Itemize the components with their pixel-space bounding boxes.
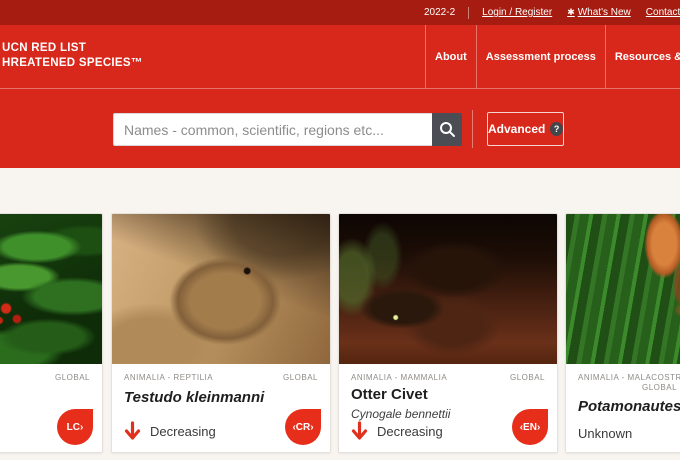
- decreasing-arrow-icon: [124, 421, 141, 441]
- scope-label: GLOBAL: [509, 373, 545, 382]
- nav-item-assessment-process[interactable]: Assessment process: [475, 25, 605, 88]
- nav-item-about[interactable]: About: [425, 25, 476, 88]
- species-title: Testudo kleinmanni: [124, 389, 265, 406]
- category-badge-lc[interactable]: LC›: [57, 409, 93, 445]
- card-info: ANIMALIA - MALACOSTRACA GLOBAL Potamonau…: [566, 364, 680, 452]
- nav-item-resources-publications[interactable]: Resources & Publications: [604, 25, 680, 88]
- advanced-label: Advanced: [488, 122, 546, 136]
- whats-new-link[interactable]: ✱ What's New: [567, 7, 631, 18]
- top-utility-links: 2022-2 Login / Register ✱ What's New Con…: [424, 0, 680, 25]
- species-card[interactable]: ANIMALIA - MAMMALIA GLOBAL Otter Civet C…: [338, 213, 558, 453]
- site-header: UCN RED LIST HREATENED SPECIES™ About As…: [0, 25, 680, 88]
- population-trend: Unknown: [578, 426, 632, 441]
- contact-link[interactable]: Contact: [646, 7, 680, 18]
- search-icon: [439, 121, 456, 138]
- search-button[interactable]: [432, 113, 462, 146]
- search-band: Advanced ?: [0, 88, 680, 168]
- search-divider: [472, 110, 473, 148]
- scope-label: GLOBAL: [642, 383, 678, 392]
- decreasing-arrow-icon: [351, 421, 368, 441]
- topbar-divider: [468, 6, 470, 19]
- redlist-version[interactable]: 2022-2: [424, 7, 455, 18]
- main-nav: About Assessment process Resources & Pub…: [425, 25, 680, 88]
- card-info: ANIMALIA - REPTILIA GLOBAL Testudo klein…: [112, 364, 330, 452]
- login-register-link[interactable]: Login / Register: [482, 7, 552, 18]
- species-title: Otter Civet: [351, 386, 428, 403]
- population-trend: Decreasing: [124, 421, 216, 441]
- taxonomy-label: ANIMALIA - MALACOSTRACA: [578, 373, 680, 382]
- species-photo-crab: [566, 214, 680, 364]
- taxonomy-label: ANIMALIA - MAMMALIA: [351, 373, 448, 382]
- trend-label: Unknown: [578, 426, 633, 441]
- category-badge-en[interactable]: ‹EN›: [512, 409, 548, 445]
- logo-line1: UCN RED LIST: [2, 42, 87, 54]
- species-photo-otter-civet: [339, 214, 557, 364]
- trend-label: Decreasing: [377, 423, 443, 439]
- advanced-search-button[interactable]: Advanced ?: [487, 112, 564, 146]
- card-info: GLOBAL LC›: [0, 364, 102, 452]
- trend-label: Decreasing: [150, 423, 216, 439]
- population-trend: Decreasing: [351, 421, 443, 441]
- asterisk-icon: ✱: [567, 7, 575, 17]
- iucn-logo[interactable]: UCN RED LIST HREATENED SPECIES™: [2, 41, 143, 71]
- scope-label: GLOBAL: [54, 373, 90, 382]
- taxonomy-label: ANIMALIA - REPTILIA: [124, 373, 214, 382]
- help-icon[interactable]: ?: [550, 122, 563, 136]
- scope-label: GLOBAL: [282, 373, 318, 382]
- species-photo-tortoise: [112, 214, 330, 364]
- species-card[interactable]: ANIMALIA - REPTILIA GLOBAL Testudo klein…: [111, 213, 331, 453]
- search-bar: [113, 113, 462, 146]
- top-utility-bar: 2022-2 Login / Register ✱ What's New Con…: [0, 0, 680, 25]
- card-info: ANIMALIA - MAMMALIA GLOBAL Otter Civet C…: [339, 364, 557, 452]
- category-badge-cr[interactable]: ‹CR›: [285, 409, 321, 445]
- species-photo-holly: [0, 214, 102, 364]
- species-card[interactable]: GLOBAL LC›: [0, 213, 103, 453]
- species-card[interactable]: ANIMALIA - MALACOSTRACA GLOBAL Potamonau…: [565, 213, 680, 453]
- species-title: Potamonautes lividus: [578, 398, 680, 415]
- search-input[interactable]: [113, 113, 432, 146]
- logo-line2: HREATENED SPECIES™: [2, 57, 143, 69]
